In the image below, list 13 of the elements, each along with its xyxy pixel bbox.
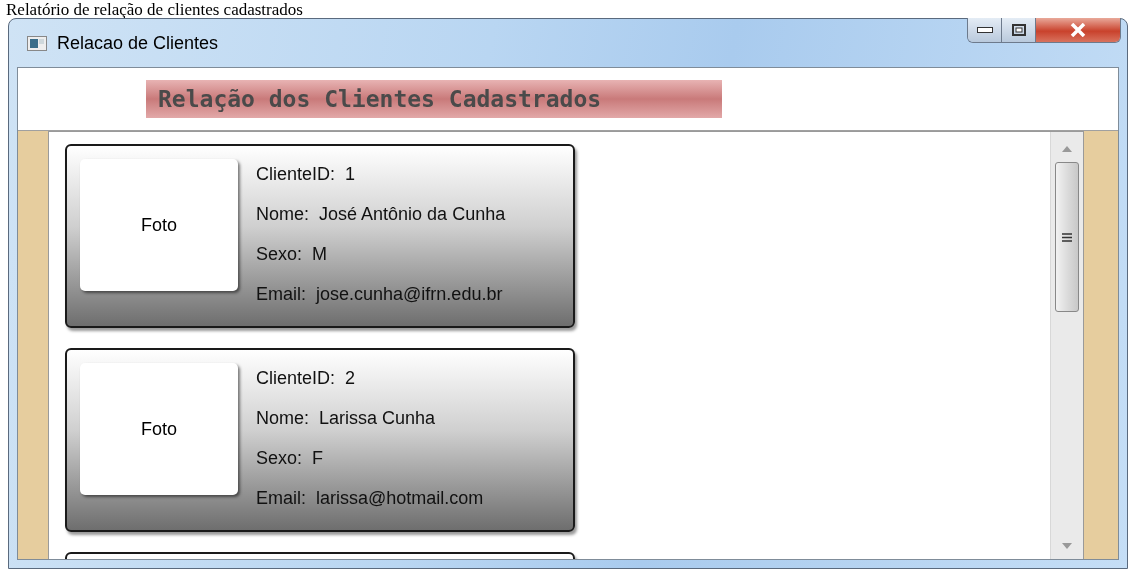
client-field: Sexo: M (256, 234, 506, 274)
client-field: ClienteID: 1 (256, 154, 506, 194)
photo-field: Foto (80, 363, 238, 495)
client-field: Sexo: F (256, 438, 484, 478)
client-field: Email: jose.cunha@ifrn.edu.br (256, 274, 506, 314)
page-caption: Relatório de relação de clientes cadastrados (5, 1, 303, 18)
client-field: ClienteID: 2 (256, 358, 484, 398)
window-title: Relacao de Clientes (57, 32, 219, 54)
photo-field: Foto (80, 159, 238, 291)
client-field: Nome: Larissa Cunha (256, 398, 484, 438)
report-title: Relação dos Clientes Cadastrados (146, 80, 722, 118)
client-field: Nome: José Antônio da Cunha (256, 194, 506, 234)
client-field: Email: larissa@hotmail.com (256, 478, 484, 518)
